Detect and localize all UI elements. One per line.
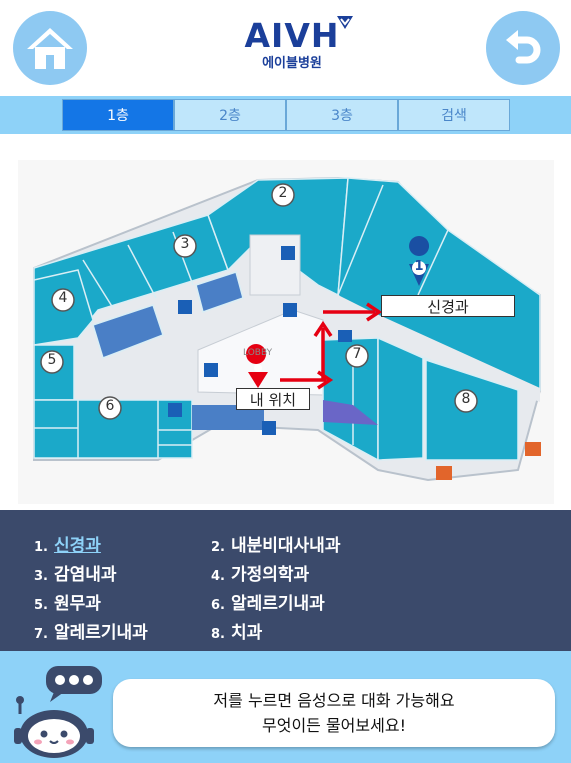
logo-subtitle: 에이블병원 — [262, 56, 322, 71]
restroom-icon — [168, 403, 182, 417]
door-icon — [338, 330, 352, 342]
marker-4[interactable]: 4 — [57, 290, 69, 306]
home-button[interactable] — [13, 11, 87, 85]
floor-map: 2 3 4 5 6 7 8 1 LOBBY 신경과 내 위치 — [18, 160, 554, 504]
escalator-icon — [204, 363, 218, 377]
undo-arrow-icon — [506, 30, 541, 64]
lobby-label: LOBBY — [243, 348, 273, 358]
department-item-6[interactable]: 6. 알레르기내과 — [211, 589, 325, 614]
my-location-label: 내 위치 — [236, 388, 310, 410]
department-item-5[interactable]: 5. 원무과 — [34, 589, 101, 614]
logo-text: AIVH — [244, 16, 340, 55]
destination-label: 신경과 — [381, 295, 515, 317]
department-item-1[interactable]: 1. 신경과 — [34, 531, 101, 556]
tab-floor-3[interactable]: 3층 — [286, 99, 398, 131]
passage-icon — [436, 466, 452, 480]
department-list: 1. 신경과 2. 내분비대사내과 3. 감염내과 4. 가정의학과 5. 원무과 6. 알… — [0, 510, 571, 651]
department-item-8[interactable]: 8. 치과 — [211, 618, 262, 643]
floor-tab-bar: 1층 2층 3층 검색 — [0, 96, 571, 134]
tab-floor-1[interactable]: 1층 — [62, 99, 174, 131]
logo-check-icon — [337, 16, 354, 29]
exit-icon — [262, 421, 276, 435]
back-button[interactable] — [486, 11, 560, 85]
marker-7[interactable]: 7 — [351, 346, 363, 362]
marker-2[interactable]: 2 — [277, 185, 289, 201]
marker-6[interactable]: 6 — [104, 398, 116, 414]
tab-search[interactable]: 검색 — [398, 99, 510, 131]
department-item-2[interactable]: 2. 내분비대사내과 — [211, 531, 340, 556]
marker-3[interactable]: 3 — [179, 236, 191, 252]
assistant-line-2: 무엇이든 물어보세요! — [262, 716, 406, 735]
hospital-logo: AIVH 에이블병원 — [232, 16, 354, 82]
restroom-icon — [178, 300, 192, 314]
marker-8[interactable]: 8 — [460, 391, 472, 407]
elevator-icon — [281, 246, 295, 260]
department-item-4[interactable]: 4. 가정의학과 — [211, 560, 309, 585]
marker-5[interactable]: 5 — [46, 352, 58, 368]
department-item-7[interactable]: 7. 알레르기내과 — [34, 618, 148, 643]
marker-1[interactable]: 1 — [413, 259, 425, 274]
elevator-core — [249, 234, 301, 296]
department-item-3[interactable]: 3. 감염내과 — [34, 560, 117, 585]
tab-floor-2[interactable]: 2층 — [174, 99, 286, 131]
info-icon — [283, 303, 297, 317]
robot-assistant-icon[interactable] — [10, 664, 110, 759]
home-icon — [27, 28, 73, 69]
passage-icon — [525, 442, 541, 456]
assistant-line-1: 저를 누르면 음성으로 대화 가능해요 — [213, 691, 455, 710]
assistant-speech-bubble[interactable]: 저를 누르면 음성으로 대화 가능해요 무엇이든 물어보세요! — [113, 679, 555, 747]
